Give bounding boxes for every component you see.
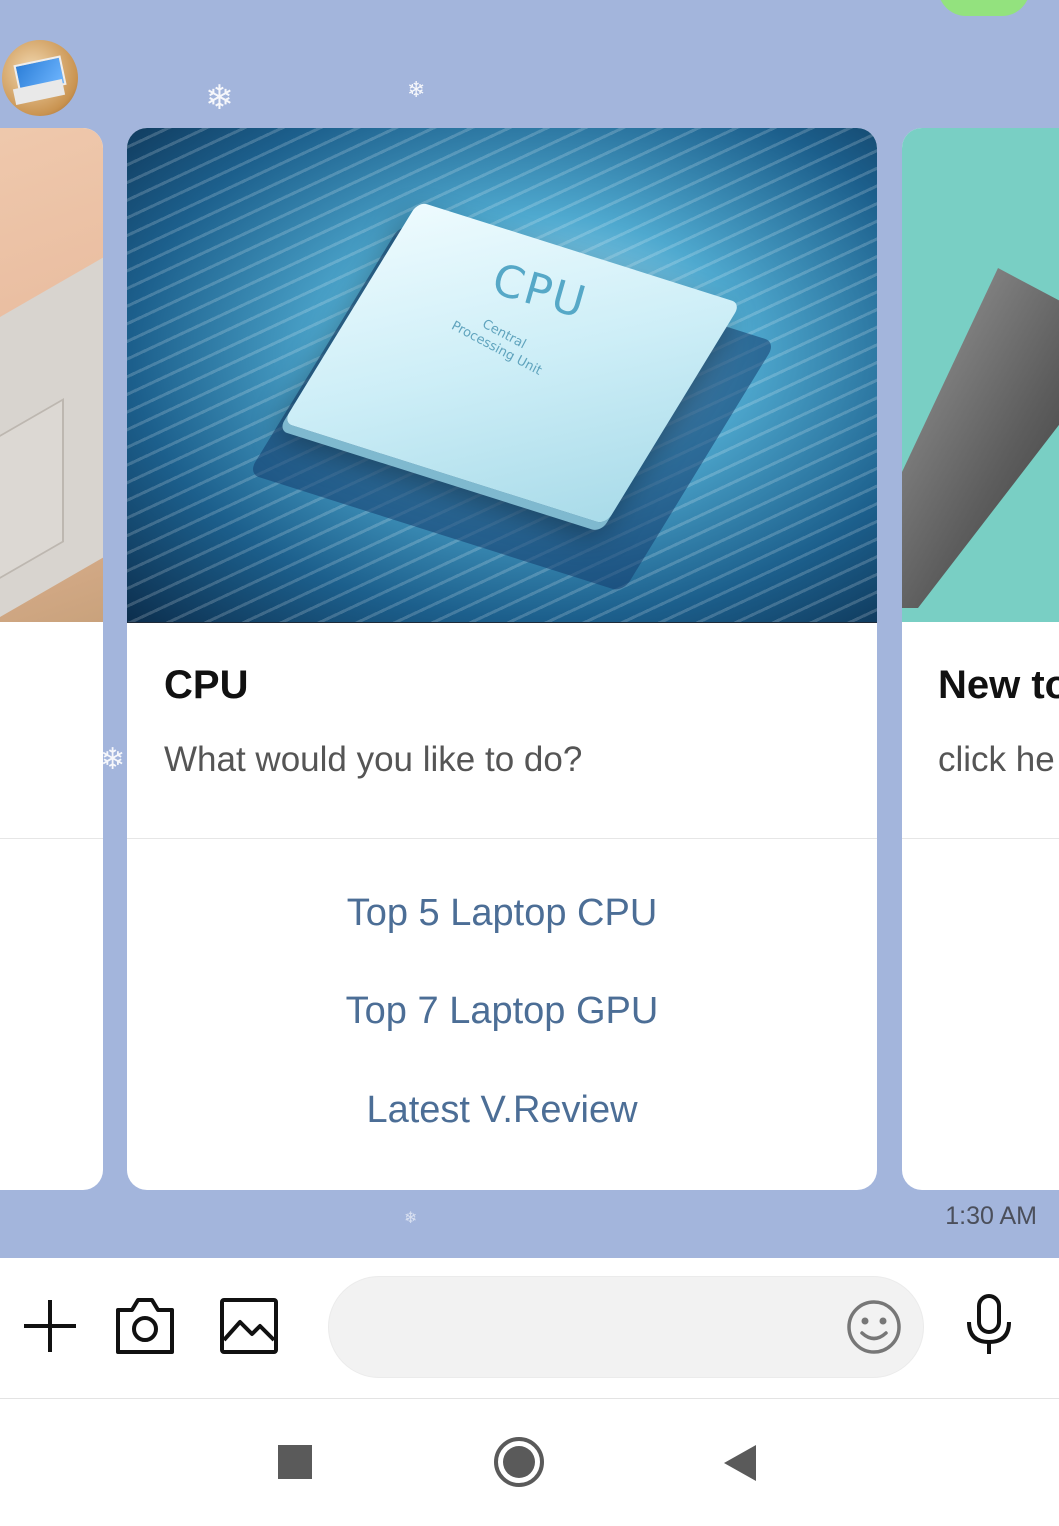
carousel-card-next[interactable]: New to click he — [902, 128, 1059, 1190]
card-image — [0, 128, 103, 622]
snowflake-icon: ❄ — [407, 78, 426, 103]
chat-background: ❄ ❄ ❄ ❄ CPU Central Processing Unit CPU … — [0, 0, 1059, 1258]
card-divider — [0, 838, 103, 839]
message-input[interactable] — [328, 1276, 924, 1378]
avatar[interactable] — [2, 40, 78, 116]
card-divider — [902, 838, 1059, 839]
image-border — [127, 622, 877, 623]
action-latest-review[interactable]: Latest V.Review — [127, 1089, 877, 1132]
card-subtitle: click he — [938, 740, 1055, 779]
card-title: CPU — [164, 663, 249, 707]
laptop-illustration — [902, 268, 1059, 608]
emoji-icon[interactable] — [845, 1298, 903, 1356]
snowflake-icon: ❄ — [404, 1208, 418, 1227]
snowflake-icon: ❄ — [205, 78, 234, 118]
card-subtitle: What would you like to do? — [164, 740, 583, 779]
card-divider — [127, 838, 877, 839]
action-top-7-laptop-gpu[interactable]: Top 7 Laptop GPU — [127, 990, 877, 1033]
back-icon[interactable] — [720, 1443, 758, 1483]
card-image[interactable]: CPU Central Processing Unit — [127, 128, 877, 622]
message-input-bar — [0, 1258, 1059, 1399]
action-top-5-laptop-cpu[interactable]: Top 5 Laptop CPU — [127, 892, 877, 935]
system-navigation-bar — [0, 1399, 1059, 1526]
card-image — [902, 128, 1059, 622]
card-title: New to — [938, 663, 1059, 707]
microphone-icon[interactable] — [962, 1292, 1016, 1358]
carousel-card-cpu: CPU Central Processing Unit CPU What wou… — [127, 128, 877, 1190]
carousel-card-previous[interactable] — [0, 128, 103, 1190]
home-icon[interactable] — [492, 1435, 546, 1489]
message-timestamp: 1:30 AM — [945, 1202, 1037, 1230]
snowflake-icon: ❄ — [100, 742, 126, 777]
camera-icon[interactable] — [112, 1296, 178, 1356]
plus-icon[interactable] — [20, 1296, 80, 1356]
recent-apps-icon[interactable] — [276, 1443, 314, 1481]
sent-message-bubble[interactable] — [938, 0, 1030, 16]
image-icon[interactable] — [218, 1296, 280, 1356]
